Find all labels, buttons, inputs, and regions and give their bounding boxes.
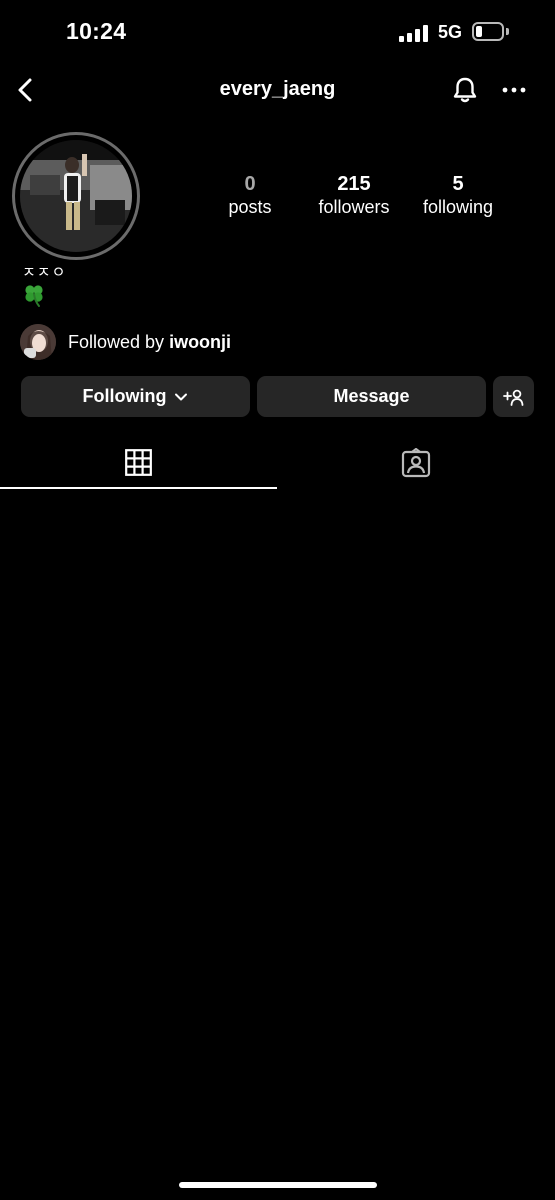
status-bar: 10:24 5G [0,0,555,66]
profile-header: every_jaeng [0,66,555,114]
four-leaf-clover-icon [25,285,43,307]
following-button[interactable]: Following [21,376,250,417]
grid-icon [125,449,152,476]
avatar-photo [20,140,132,252]
followers-label: followers [318,197,390,217]
home-indicator[interactable] [179,1182,377,1188]
more-options-icon[interactable] [500,76,528,104]
message-button[interactable]: Message [257,376,486,417]
following-label: following [422,197,494,217]
tab-tagged[interactable] [277,440,555,488]
battery-icon [472,22,504,41]
message-button-label: Message [333,386,410,406]
bell-icon[interactable] [450,75,480,105]
chevron-down-icon [175,393,188,400]
posts-count: 0 [244,173,256,195]
posts-label: posts [228,197,272,217]
profile-avatar[interactable] [12,132,140,260]
tagged-person-icon [401,448,431,478]
followed-by-text: Followed by iwoonji [68,332,231,353]
followed-by-prefix: Followed by [68,332,170,352]
battery-tip [506,28,509,35]
status-time: 10:24 [66,18,127,44]
signal-strength-icon [399,24,429,42]
followed-by-username[interactable]: iwoonji [169,332,231,352]
following-button-label: Following [82,386,167,406]
tab-grid[interactable] [0,440,277,488]
network-type: 5G [438,22,463,42]
battery-level [476,26,482,37]
add-user-button[interactable] [493,376,534,417]
bio-name: ㅈㅈㅇ [22,264,67,281]
follower-avatar [20,324,56,360]
followers-stat[interactable]: 215 followers [309,172,399,218]
followers-count: 215 [337,173,371,195]
add-person-icon [502,389,523,406]
posts-stat: 0 posts [220,172,280,218]
following-stat[interactable]: 5 following [413,172,503,218]
following-count: 5 [452,173,464,195]
active-tab-indicator [0,487,277,489]
